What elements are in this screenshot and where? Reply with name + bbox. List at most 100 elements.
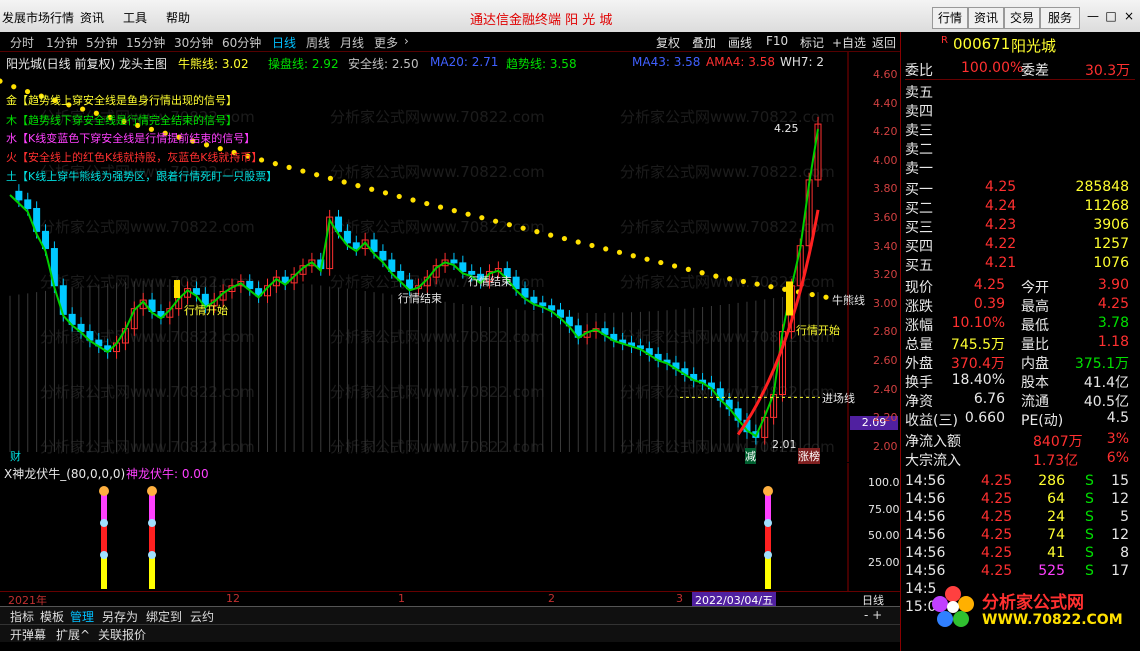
trade-button[interactable]: 交易 (1004, 7, 1040, 29)
tick-side: S (1085, 527, 1094, 543)
buy-price: 4.23 (985, 217, 1017, 233)
sub-canvas[interactable] (0, 463, 900, 591)
buy-row: 买五 4.21 1076 (905, 255, 1135, 274)
dragon-bulb (764, 551, 772, 559)
menu-tools[interactable]: 工具 (123, 9, 147, 26)
maximize-icon[interactable]: □ (1104, 9, 1118, 23)
tick-count: 5 (1120, 509, 1129, 525)
period-15min[interactable]: 15分钟 (126, 34, 165, 51)
stat-value: 6.76 (973, 391, 1005, 407)
period-30min[interactable]: 30分钟 (174, 34, 213, 51)
buy-row: 买三 4.23 3906 (905, 217, 1135, 236)
tick-time: 14:56 (905, 563, 946, 579)
annotation-end-2: 行情结束 (468, 275, 512, 288)
annotation-start-1: 行情开始 (184, 304, 228, 317)
period-weekly[interactable]: 周线 (306, 34, 330, 51)
tab-manage[interactable]: 管理 (70, 608, 94, 625)
overlay-button[interactable]: 叠加 (692, 34, 716, 51)
period-daily[interactable]: 日线 (272, 34, 296, 51)
bull-bear-dot (355, 183, 361, 189)
stat-row: 涨幅 10.10% 最低 3.78 (905, 315, 1135, 334)
tab-related-quote[interactable]: 关联报价 (98, 626, 146, 643)
stat-label: 外盘 (905, 356, 933, 372)
period-1min[interactable]: 1分钟 (46, 34, 78, 51)
dragon-bar-yellow (765, 555, 771, 589)
stat-label: 净资 (905, 394, 933, 410)
tick-time: 14:56 (905, 491, 946, 507)
period-60min[interactable]: 60分钟 (222, 34, 261, 51)
tab-indicator[interactable]: 指标 (10, 608, 34, 625)
tick-price: 4.25 (981, 473, 1013, 489)
stat-label: 最低 (1021, 318, 1049, 334)
stat-value: 41.4亿 (1083, 375, 1129, 391)
bull-bear-dot (520, 225, 526, 231)
menu-market[interactable]: 发展市场行情 (2, 9, 74, 26)
bull-bear-dot (327, 175, 333, 181)
service-button[interactable]: 服务 (1040, 7, 1080, 29)
quote-button[interactable]: 行情 (932, 7, 968, 29)
bull-bear-dot (685, 266, 691, 272)
watermark-text: 分析家公式网www.70822.com (330, 438, 545, 456)
zoom-buttons[interactable]: - + (864, 608, 882, 622)
draw-button[interactable]: 画线 (728, 34, 752, 51)
buy-volume: 11268 (1084, 198, 1129, 214)
sell-row: 卖四 (905, 101, 1135, 120)
buy-price: 4.24 (985, 198, 1017, 214)
adjust-button[interactable]: 复权 (656, 34, 680, 51)
reduce-marker: 减 (745, 448, 756, 464)
bull-bear-dot (754, 281, 760, 287)
window-title: 通达信金融终端 阳 光 城 (470, 13, 613, 28)
tick-count: 17 (1111, 563, 1129, 579)
webi-value: 100.00% (961, 60, 1024, 76)
sell-row: 卖五 (905, 82, 1135, 101)
period-timeshare[interactable]: 分时 (10, 34, 34, 51)
back-button[interactable]: 返回 (872, 34, 896, 51)
bull-bear-dot (410, 197, 416, 203)
stat-value: 745.5万 (950, 337, 1005, 353)
f10-button[interactable]: F10 (766, 34, 788, 48)
dragon-bulb (148, 551, 156, 559)
minimize-icon[interactable]: — (1086, 9, 1100, 23)
date-feb: 2 (548, 592, 555, 605)
news-button[interactable]: 资讯 (968, 7, 1004, 29)
annotation-start-2: 行情开始 (796, 324, 840, 337)
stat-value: 375.1万 (1074, 356, 1129, 372)
sub-indicator-chart[interactable]: X神龙伏牛_(80,0,0,0) 神龙伏牛: 0.00 100.00 75.00… (0, 463, 907, 591)
add-favorite-button[interactable]: +自选 (832, 34, 866, 51)
tab-cloud[interactable]: 云约 (190, 608, 214, 625)
watermark-text: 分析家公式网www.70822.com (40, 218, 255, 236)
bull-bear-dot (314, 172, 320, 178)
period-5min[interactable]: 5分钟 (86, 34, 118, 51)
dragon-bar-yellow (149, 555, 155, 589)
stat-label: 换手 (905, 375, 933, 391)
indicator-tabs: 指标 模板 管理 另存为 绑定到 云约 - + (0, 606, 900, 624)
bull-bear-dot (369, 186, 375, 192)
mark-button[interactable]: 标记 (800, 34, 824, 51)
y-axis-tick: 2.40 (873, 382, 898, 396)
bull-bear-dot (424, 200, 430, 207)
chevron-right-icon[interactable]: › (404, 34, 409, 48)
close-icon[interactable]: × (1122, 9, 1136, 23)
tab-save-as[interactable]: 另存为 (102, 608, 138, 625)
tick-volume: 286 (1038, 473, 1065, 489)
buy-price: 4.25 (985, 179, 1017, 195)
bull-bear-dot (616, 249, 623, 255)
tab-template[interactable]: 模板 (40, 608, 64, 625)
menu-help[interactable]: 帮助 (166, 9, 190, 26)
menu-news[interactable]: 资讯 (80, 9, 104, 26)
buy-volume: 1076 (1093, 255, 1129, 271)
dragon-bar-magenta (101, 493, 107, 523)
indicator-ma20: MA20: 2.71 (430, 55, 499, 69)
dragon-bar-red (101, 523, 107, 555)
tab-bind[interactable]: 绑定到 (146, 608, 182, 625)
period-monthly[interactable]: 月线 (340, 34, 364, 51)
tab-danmaku[interactable]: 开弹幕 (10, 626, 46, 643)
period-more[interactable]: 更多 (374, 34, 398, 51)
dragon-bulb (147, 486, 157, 496)
tick-price: 4.25 (981, 545, 1013, 561)
dragon-bar-magenta (149, 493, 155, 523)
watermark-text: 分析家公式网www.70822.com (620, 383, 835, 401)
indicator-bullbear: 牛熊线: 3.02 (178, 57, 249, 71)
tab-extend[interactable]: 扩展^ (56, 626, 90, 643)
main-kline-chart[interactable]: 分析家公式网www.70822.com 分析家公式网www.70822.com 分析… (0, 52, 900, 464)
